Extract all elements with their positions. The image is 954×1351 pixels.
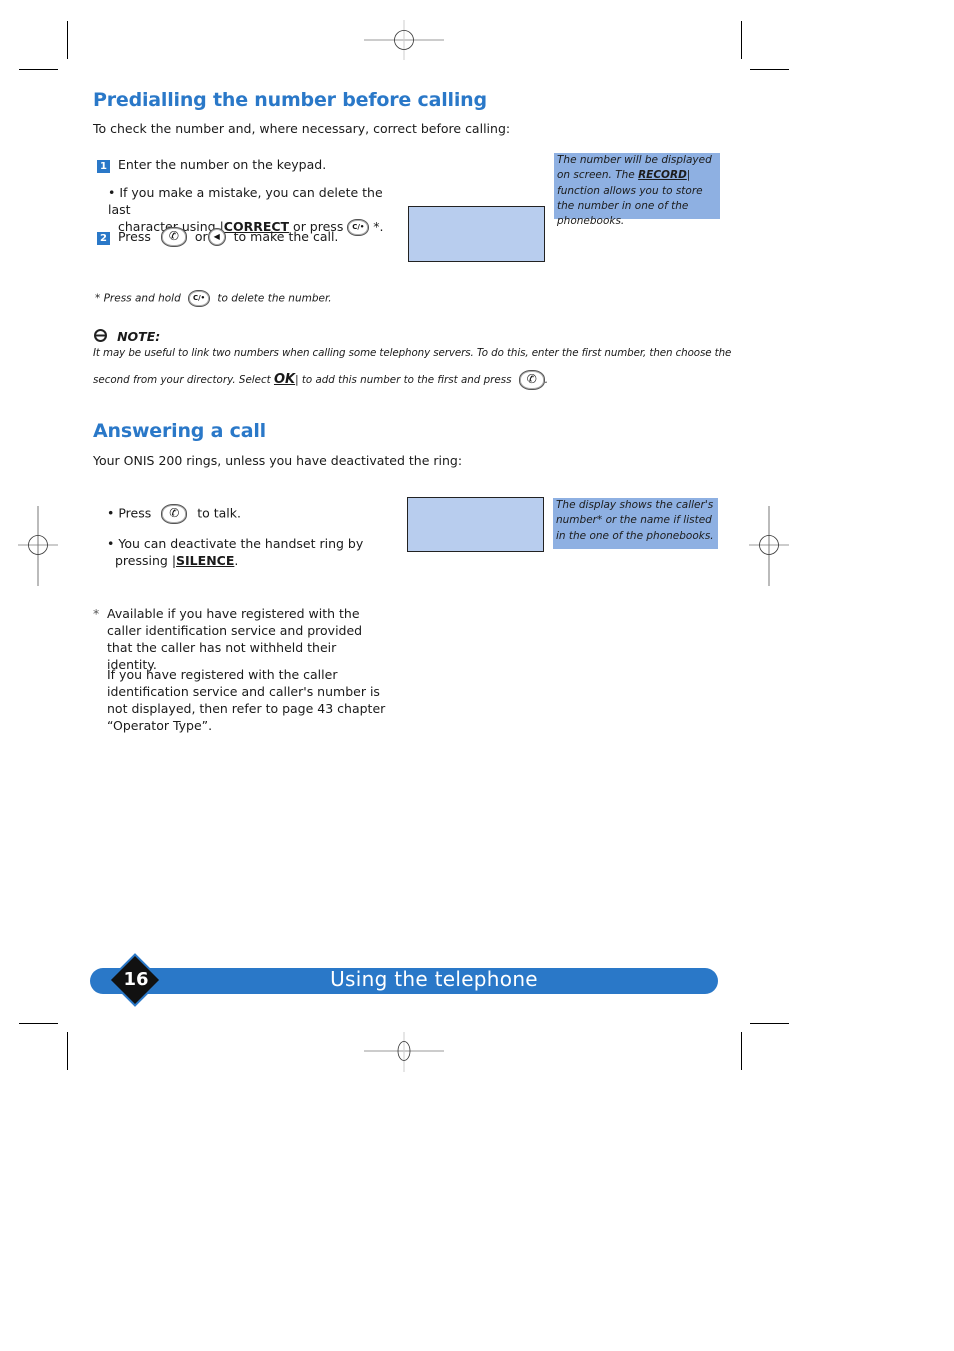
step-2: 2 Press ✆ or ◀ to make the call.	[97, 227, 338, 247]
crop-mark	[19, 1023, 58, 1024]
page-number: 16	[123, 969, 149, 990]
bullet-line: • If you make a mistake, you can delete …	[108, 185, 383, 217]
text: to talk.	[197, 505, 241, 521]
registration-mark	[749, 506, 789, 586]
footnote-delete: * Press and hold C/• to delete the numbe…	[95, 290, 332, 307]
caller-id-footnote-2: If you have registered with the caller i…	[107, 667, 386, 733]
note-header: NOTE:	[94, 326, 160, 345]
call-key-icon[interactable]: ✆	[160, 227, 187, 247]
text: to make the call.	[233, 228, 339, 244]
crop-mark	[19, 69, 58, 70]
bullet-line: • You can deactivate the handset ring by	[107, 536, 364, 551]
step-number: 2	[97, 231, 110, 245]
silence-bullet: • You can deactivate the handset ring by…	[107, 535, 397, 569]
info-icon	[94, 329, 107, 342]
crop-mark	[67, 21, 68, 59]
ok-softkey[interactable]: OK	[274, 372, 295, 387]
text: *.	[369, 219, 384, 234]
text: Press	[117, 228, 151, 244]
caller-id-star: *	[93, 606, 100, 621]
text: or	[194, 228, 208, 244]
section-intro: To check the number and, where necessary…	[93, 121, 511, 136]
talk-bullet: • Press ✆ to talk.	[107, 504, 241, 524]
crop-mark	[741, 21, 742, 59]
note-line-2: second from your directory. Select OK| t…	[93, 370, 548, 390]
step-1: 1 Enter the number on the keypad.	[97, 156, 326, 173]
crop-mark	[741, 1032, 742, 1070]
section-intro: Your ONIS 200 rings, unless you have dea…	[93, 453, 463, 468]
text: .	[544, 374, 549, 386]
section-title-answering: Answering a call	[93, 420, 266, 442]
side-note-record: The number will be displayed on screen. …	[554, 153, 720, 227]
section-title-predialling: Predialling the number before calling	[93, 89, 487, 111]
registration-mark	[364, 1032, 444, 1072]
display-screen	[407, 497, 544, 552]
correct-key-icon[interactable]: C/•	[347, 219, 370, 236]
registration-mark	[18, 506, 58, 586]
call-key-icon[interactable]: ✆	[518, 370, 545, 390]
step-text: Enter the number on the keypad.	[117, 157, 327, 172]
step-number: 1	[97, 160, 110, 173]
silence-softkey[interactable]: SILENCE	[176, 553, 234, 568]
crop-mark	[750, 69, 789, 70]
record-softkey: RECORD	[638, 169, 687, 182]
speaker-key-icon[interactable]: ◀	[207, 228, 226, 246]
caller-id-footnote-1: Available if you have registered with th…	[107, 606, 363, 672]
side-note-caller-display: The display shows the caller's number* o…	[553, 498, 718, 549]
bullet-line: pressing |SILENCE.	[107, 552, 397, 569]
note-line-1: It may be useful to link two numbers whe…	[93, 347, 732, 359]
crop-mark	[750, 1023, 789, 1024]
note-label: NOTE:	[117, 329, 161, 344]
page-number-badge: 16	[110, 955, 161, 1006]
text: .	[234, 553, 239, 568]
text: | to add this number to the first and pr…	[295, 374, 512, 386]
chapter-title: Using the telephone	[330, 967, 538, 991]
call-key-icon[interactable]: ✆	[161, 504, 188, 524]
registration-mark	[364, 20, 444, 60]
text: pressing |	[115, 553, 177, 568]
correct-key-icon[interactable]: C/•	[188, 290, 211, 307]
chapter-banner: Using the telephone	[90, 967, 718, 994]
crop-mark	[67, 1032, 68, 1070]
text: * Press and hold	[95, 292, 181, 305]
text: • Press	[107, 505, 152, 521]
text: to delete the number.	[217, 292, 332, 305]
display-screen	[408, 206, 545, 262]
text: second from your directory. Select	[93, 374, 274, 386]
